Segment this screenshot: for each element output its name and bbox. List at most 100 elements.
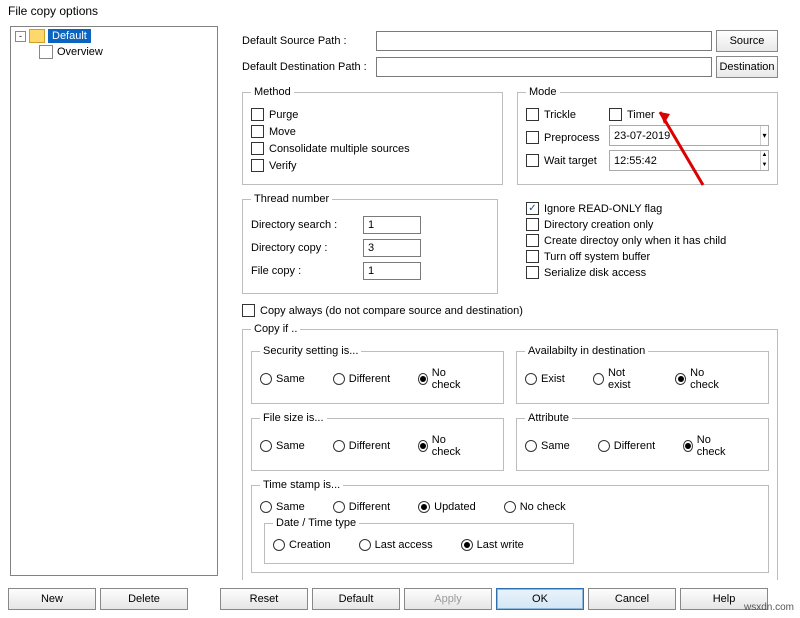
- security-legend: Security setting is...: [260, 345, 361, 357]
- avail-notexist-radio[interactable]: [593, 373, 604, 385]
- document-icon: [39, 45, 53, 59]
- dir-search-label: Directory search :: [251, 219, 363, 231]
- timer-date-field[interactable]: ▾: [609, 125, 769, 146]
- wait-target-checkbox[interactable]: [526, 154, 539, 167]
- security-same-radio[interactable]: [260, 373, 272, 385]
- purge-checkbox[interactable]: [251, 108, 264, 121]
- attribute-group: Attribute Same Different No check: [516, 412, 769, 471]
- dir-copy-label: Directory copy :: [251, 242, 363, 254]
- consolidate-checkbox[interactable]: [251, 142, 264, 155]
- serialize-label: Serialize disk access: [544, 267, 646, 279]
- timer-date-input[interactable]: [610, 126, 760, 145]
- method-legend: Method: [251, 86, 294, 98]
- destination-button[interactable]: Destination: [716, 56, 778, 78]
- dir-only-label: Directory creation only: [544, 219, 653, 231]
- dir-only-checkbox[interactable]: [526, 218, 539, 231]
- copyif-group: Copy if .. Security setting is... Same D…: [242, 323, 778, 580]
- filesize-nocheck-radio[interactable]: [418, 440, 428, 452]
- dt-lastwrite-radio[interactable]: [461, 539, 473, 551]
- dt-lastaccess-radio[interactable]: [359, 539, 371, 551]
- tree-collapse-icon[interactable]: -: [15, 31, 26, 42]
- security-group: Security setting is... Same Different No…: [251, 345, 504, 404]
- copy-always-label: Copy always (do not compare source and d…: [260, 305, 523, 317]
- new-button[interactable]: New: [8, 588, 96, 610]
- wait-target-label: Wait target: [544, 155, 597, 167]
- ts-nocheck-radio[interactable]: [504, 501, 516, 513]
- attr-same-radio[interactable]: [525, 440, 537, 452]
- delete-button[interactable]: Delete: [100, 588, 188, 610]
- ts-updated-radio[interactable]: [418, 501, 430, 513]
- availability-group: Availabilty in destination Exist Not exi…: [516, 345, 769, 404]
- folder-icon: [29, 29, 45, 43]
- tree-item-default[interactable]: Default: [48, 29, 91, 43]
- tree-panel: - Default Overview: [10, 26, 218, 576]
- security-diff-radio[interactable]: [333, 373, 345, 385]
- filesize-group: File size is... Same Different No check: [251, 412, 504, 471]
- copy-always-checkbox[interactable]: [242, 304, 255, 317]
- source-path-label: Default Source Path :: [242, 35, 376, 47]
- move-checkbox[interactable]: [251, 125, 264, 138]
- thread-legend: Thread number: [251, 193, 332, 205]
- ok-button[interactable]: OK: [496, 588, 584, 610]
- move-label: Move: [269, 126, 296, 138]
- availability-legend: Availabilty in destination: [525, 345, 648, 357]
- dir-search-input[interactable]: [363, 216, 421, 234]
- ts-diff-radio[interactable]: [333, 501, 345, 513]
- trickle-label: Trickle: [544, 109, 576, 121]
- thread-group: Thread number Directory search : Directo…: [242, 193, 498, 294]
- mode-group: Mode Trickle Preprocess Wait target Time…: [517, 86, 778, 185]
- source-path-input[interactable]: [376, 31, 712, 51]
- dest-path-input[interactable]: [376, 57, 712, 77]
- time-spinner[interactable]: ▲▼: [760, 151, 768, 170]
- filesize-legend: File size is...: [260, 412, 327, 424]
- avail-nocheck-radio[interactable]: [675, 373, 686, 385]
- preprocess-checkbox[interactable]: [526, 131, 539, 144]
- copyif-legend: Copy if ..: [251, 323, 300, 335]
- attr-nocheck-radio[interactable]: [683, 440, 693, 452]
- dir-copy-input[interactable]: [363, 239, 421, 257]
- purge-label: Purge: [269, 109, 298, 121]
- file-copy-label: File copy :: [251, 265, 363, 277]
- timer-time-input[interactable]: [610, 151, 760, 170]
- dir-child-checkbox[interactable]: [526, 234, 539, 247]
- datetime-group: Date / Time type Creation Last access La…: [264, 517, 574, 564]
- timer-label: Timer: [627, 109, 655, 121]
- method-group: Method Purge Move Consolidate multiple s…: [242, 86, 503, 185]
- datetime-legend: Date / Time type: [273, 517, 359, 529]
- dt-creation-radio[interactable]: [273, 539, 285, 551]
- mode-legend: Mode: [526, 86, 560, 98]
- buffer-label: Turn off system buffer: [544, 251, 650, 263]
- default-button[interactable]: Default: [312, 588, 400, 610]
- source-button[interactable]: Source: [716, 30, 778, 52]
- timer-time-field[interactable]: ▲▼: [609, 150, 769, 171]
- verify-label: Verify: [269, 160, 297, 172]
- attribute-legend: Attribute: [525, 412, 572, 424]
- serialize-checkbox[interactable]: [526, 266, 539, 279]
- timer-checkbox[interactable]: [609, 108, 622, 121]
- reset-button[interactable]: Reset: [220, 588, 308, 610]
- avail-exist-radio[interactable]: [525, 373, 537, 385]
- preprocess-label: Preprocess: [544, 132, 600, 144]
- filesize-diff-radio[interactable]: [333, 440, 345, 452]
- ignore-readonly-checkbox[interactable]: [526, 202, 539, 215]
- tree-item-overview[interactable]: Overview: [57, 46, 103, 58]
- trickle-checkbox[interactable]: [526, 108, 539, 121]
- buffer-checkbox[interactable]: [526, 250, 539, 263]
- dest-path-label: Default Destination Path :: [242, 61, 376, 73]
- window-title: File copy options: [0, 0, 800, 22]
- ignore-readonly-label: Ignore READ-ONLY flag: [544, 203, 662, 215]
- filesize-same-radio[interactable]: [260, 440, 272, 452]
- cancel-button[interactable]: Cancel: [588, 588, 676, 610]
- attr-diff-radio[interactable]: [598, 440, 610, 452]
- ts-same-radio[interactable]: [260, 501, 272, 513]
- timestamp-legend: Time stamp is...: [260, 479, 343, 491]
- apply-button[interactable]: Apply: [404, 588, 492, 610]
- button-bar: New Delete Reset Default Apply OK Cancel…: [0, 580, 800, 618]
- file-copy-input[interactable]: [363, 262, 421, 280]
- dir-child-label: Create directoy only when it has child: [544, 235, 726, 247]
- date-dropdown-icon[interactable]: ▾: [760, 126, 768, 145]
- security-nocheck-radio[interactable]: [418, 373, 428, 385]
- verify-checkbox[interactable]: [251, 159, 264, 172]
- watermark: wsxdn.com: [744, 602, 794, 613]
- timestamp-group: Time stamp is... Same Different Updated …: [251, 479, 769, 573]
